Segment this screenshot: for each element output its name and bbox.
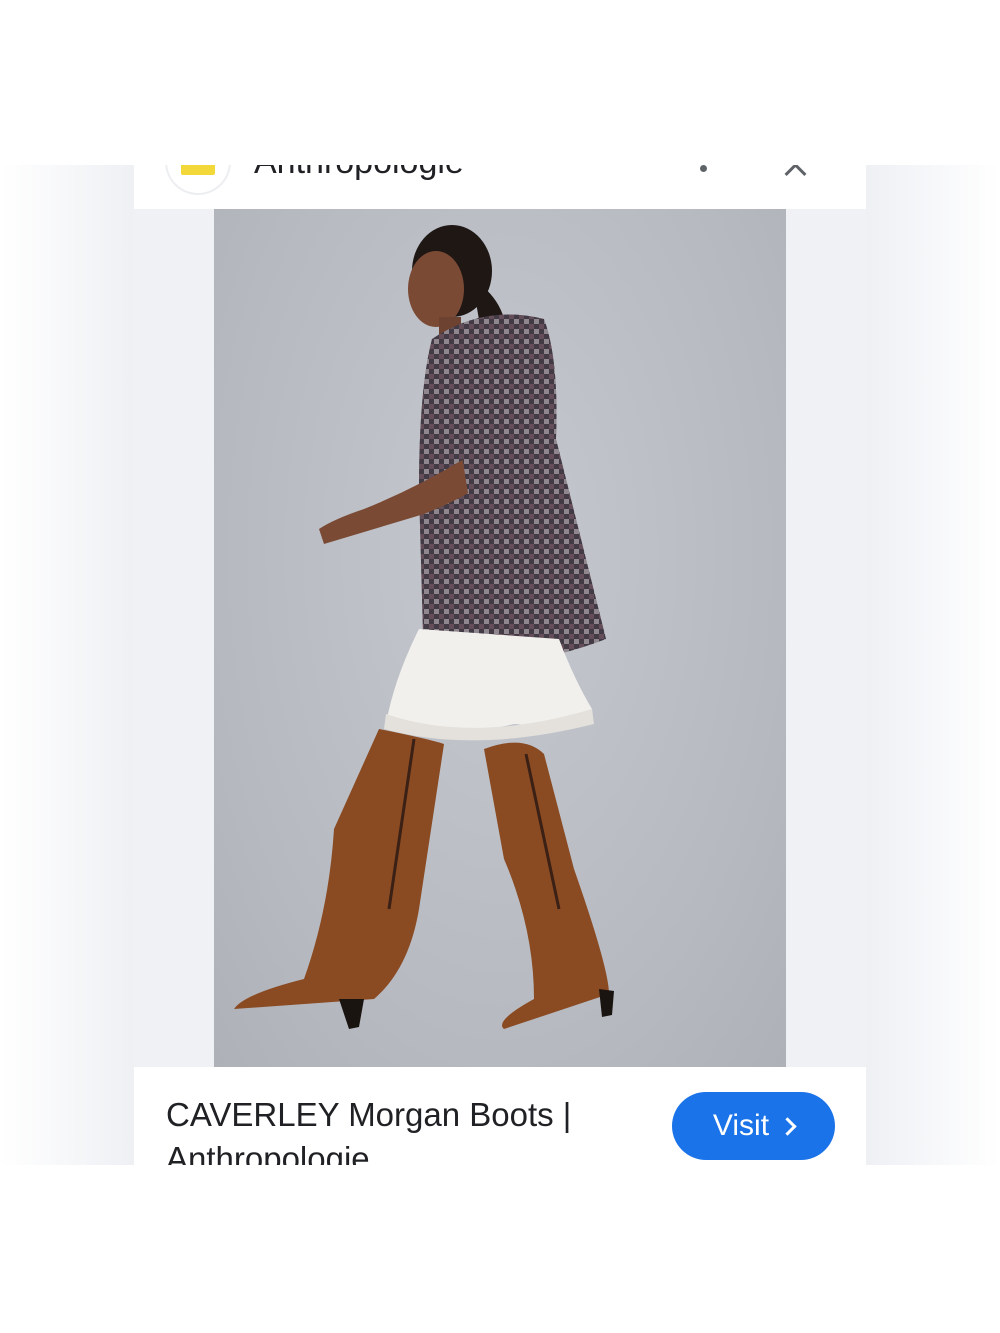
visit-button[interactable]: Visit xyxy=(672,1092,835,1160)
chevron-right-icon xyxy=(778,1117,797,1136)
left-backdrop xyxy=(0,165,134,1165)
visit-label: Visit xyxy=(712,1109,770,1142)
close-icon[interactable] xyxy=(782,165,810,175)
right-backdrop xyxy=(866,165,1000,1165)
product-photo[interactable] xyxy=(214,209,786,1067)
image-preview-card: Anthropologie xyxy=(134,165,866,1165)
result-title[interactable]: CAVERLEY Morgan Boots | Anthropologie xyxy=(166,1093,616,1165)
preview-header: Anthropologie xyxy=(134,165,866,209)
result-title-line-2: Anthropologie xyxy=(166,1140,370,1165)
site-name: Anthropologie xyxy=(254,165,464,182)
more-options-icon[interactable] xyxy=(696,165,710,179)
site-favicon-icon xyxy=(167,165,229,193)
result-title-line-1: CAVERLEY Morgan Boots | xyxy=(166,1096,572,1133)
result-footer: CAVERLEY Morgan Boots | Anthropologie Vi… xyxy=(134,1067,866,1165)
product-photo-illustration xyxy=(234,225,614,1029)
favicon-mark xyxy=(181,165,215,175)
